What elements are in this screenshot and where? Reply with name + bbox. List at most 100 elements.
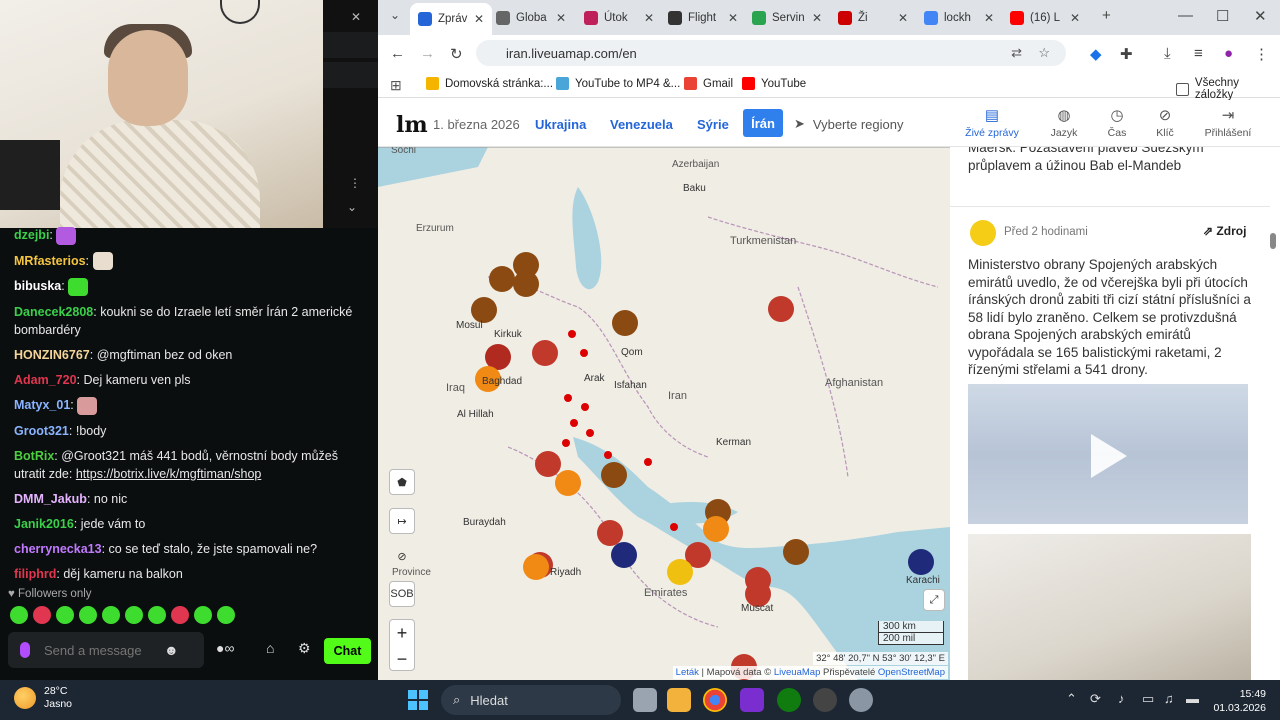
emote[interactable]	[33, 606, 51, 624]
bookmark-item[interactable]: Domovská stránka:...	[426, 77, 553, 90]
reload-icon[interactable]: ↻	[450, 45, 463, 63]
post-video[interactable]	[968, 384, 1248, 524]
site-logo[interactable]: lm	[396, 112, 428, 138]
profile-icon[interactable]: ●	[1224, 45, 1233, 62]
bookmark-item[interactable]: YouTube to MP4 &...	[556, 77, 680, 90]
close-icon[interactable]: ✕	[351, 10, 361, 24]
tab-close-icon[interactable]: ✕	[898, 11, 908, 25]
new-tab-icon[interactable]: +	[1102, 7, 1111, 24]
browser-tab[interactable]: lockh ✕	[924, 5, 1002, 31]
settings-icon[interactable]	[849, 688, 873, 712]
tab-close-icon[interactable]: ✕	[644, 11, 654, 25]
chat-username[interactable]: Danecek2808	[14, 305, 93, 319]
file-explorer-icon[interactable]	[667, 688, 691, 712]
region-ukraine[interactable]: Ukrajina	[535, 117, 586, 132]
chrome-icon[interactable]	[703, 688, 727, 712]
previous-post-text[interactable]: Maersk. Pozastavení plaveb Suezským průp…	[968, 147, 1253, 175]
zoom-in-button[interactable]: +	[390, 620, 414, 646]
hide-layer-button[interactable]: ⊘	[389, 543, 415, 569]
tab-key[interactable]: ⊘ Klíč	[1137, 106, 1193, 139]
tab-close-icon[interactable]: ✕	[728, 11, 738, 25]
chat-username[interactable]: BotRix	[14, 449, 54, 463]
app-icon[interactable]	[740, 688, 764, 712]
url-text[interactable]: iran.liveuamap.com/en	[506, 46, 637, 61]
draw-polygon-button[interactable]: ⬟	[389, 469, 415, 495]
emote[interactable]	[102, 606, 120, 624]
all-bookmarks[interactable]: Všechny záložky	[1176, 77, 1280, 101]
tab-list-icon[interactable]: ⌄	[390, 8, 400, 22]
emote[interactable]	[148, 606, 166, 624]
chat-username[interactable]: Janik2016	[14, 517, 74, 531]
tab-close-icon[interactable]: ✕	[812, 11, 822, 25]
apps-icon[interactable]: ⊞	[390, 77, 402, 94]
obs-icon[interactable]	[813, 688, 837, 712]
osm-link[interactable]: OpenStreetMap	[878, 667, 945, 678]
sob-button[interactable]: SOB	[389, 581, 415, 607]
emote[interactable]	[10, 606, 28, 624]
liveuamap-link[interactable]: LiveuaMap	[774, 667, 820, 678]
maximize-icon[interactable]: ☐	[1216, 7, 1229, 25]
chat-username[interactable]: dzejbi	[14, 228, 49, 242]
emote[interactable]	[171, 606, 189, 624]
browser-tab[interactable]: Flight ✕	[668, 5, 746, 31]
tab-login[interactable]: ⇥ Přihlášení	[1200, 106, 1256, 139]
emote[interactable]	[79, 606, 97, 624]
bookmark-item[interactable]: Gmail	[684, 77, 733, 90]
chat-username[interactable]: DMM_Jakub	[14, 492, 87, 506]
translate-icon[interactable]: ⇄	[1011, 45, 1022, 61]
select-regions[interactable]: ➤ Vyberte regiony	[794, 116, 903, 132]
weather-widget[interactable]: 28°C Jasno	[14, 685, 72, 711]
volume-icon[interactable]: ♫	[1164, 691, 1174, 706]
forward-icon[interactable]: →	[420, 45, 435, 62]
zoom-out-button[interactable]: −	[390, 646, 414, 672]
task-view-icon[interactable]	[633, 688, 657, 712]
chat-username[interactable]: bibuska	[14, 279, 61, 293]
settings-icon[interactable]: ⚙	[298, 640, 311, 657]
tab-language[interactable]: ◍ Jazyk	[1036, 106, 1092, 139]
sync-icon[interactable]: ⟳	[1090, 691, 1101, 707]
xbox-icon[interactable]	[777, 688, 801, 712]
chat-username[interactable]: MRfasterios	[14, 254, 86, 268]
download-icon[interactable]: ⤓	[1164, 45, 1171, 62]
clock[interactable]: 15:49 01.03.2026	[1210, 687, 1266, 715]
minimize-icon[interactable]: —	[1178, 7, 1193, 24]
source-link[interactable]: ⇗ Zdroj	[1203, 224, 1246, 238]
region-syria[interactable]: Sýrie	[697, 117, 729, 132]
chat-input-box[interactable]: ☻	[8, 632, 204, 668]
browser-tab[interactable]: Servin ✕	[752, 5, 830, 31]
browser-tab[interactable]: Globa ✕	[496, 5, 574, 31]
close-window-icon[interactable]: ✕	[1254, 7, 1267, 25]
tab-close-icon[interactable]: ✕	[474, 12, 484, 26]
chat-link[interactable]: https://botrix.live/k/mgftiman/shop	[76, 467, 262, 481]
chat-username[interactable]: cherrynecka13	[14, 542, 102, 556]
puzzle-icon[interactable]: ✚	[1120, 45, 1133, 63]
region-venezuela[interactable]: Venezuela	[610, 117, 673, 132]
address-bar[interactable]: iran.liveuamap.com/en ⇄ ☆	[476, 40, 1066, 66]
chat-username[interactable]: HONZIN6767	[14, 348, 90, 362]
region-iran[interactable]: Írán	[743, 109, 783, 137]
chat-username[interactable]: Adam_720	[14, 373, 77, 387]
message-input[interactable]	[44, 642, 164, 658]
extension-icon[interactable]: ◆	[1090, 45, 1102, 63]
media-icon[interactable]: ≡	[1194, 45, 1203, 62]
post-text[interactable]: Ministerstvo obrany Spojených arabských …	[968, 256, 1253, 379]
chat-username[interactable]: Groot321	[14, 424, 69, 438]
fullscreen-icon[interactable]: ⤢	[923, 589, 945, 611]
tab-close-icon[interactable]: ✕	[556, 11, 566, 25]
mic-icon[interactable]	[20, 642, 30, 658]
emote[interactable]	[125, 606, 143, 624]
battery-icon[interactable]: ▬	[1186, 691, 1199, 706]
map[interactable]: Sochi Erzurum Azerbaijan Baku Turkmenist…	[378, 147, 950, 680]
taskbar-search[interactable]: ⌕ Hledat	[441, 685, 621, 715]
emote[interactable]	[56, 606, 74, 624]
browser-tab[interactable]: Ži ✕	[838, 5, 916, 31]
leaflet-link[interactable]: Leták	[676, 667, 699, 678]
play-icon[interactable]	[1091, 434, 1127, 478]
more-icon[interactable]: ⋮	[349, 176, 361, 190]
emoji-icon[interactable]: ☻	[164, 642, 179, 658]
scrollbar[interactable]	[1270, 233, 1276, 249]
emote[interactable]	[194, 606, 212, 624]
tab-live-news[interactable]: ▤ Živé zprávy	[964, 106, 1020, 139]
tray-chevron-icon[interactable]: ⌃	[1066, 691, 1077, 707]
star-icon[interactable]: ☆	[1038, 45, 1050, 61]
